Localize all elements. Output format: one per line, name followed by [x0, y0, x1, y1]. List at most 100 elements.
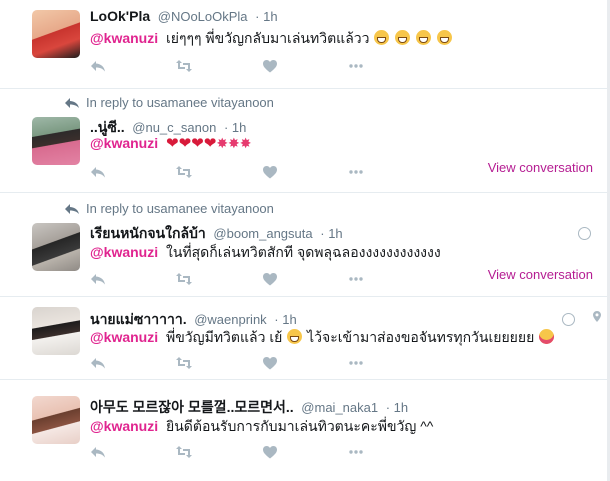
- grinning-face-icon: [437, 30, 453, 45]
- tweet-actions: [90, 58, 434, 74]
- reply-icon: [91, 167, 105, 178]
- user-handle[interactable]: @waenprink: [194, 312, 266, 327]
- reply-icon: [91, 358, 105, 369]
- like-button[interactable]: [262, 164, 348, 180]
- reply-context[interactable]: In reply to usamanee vitayanoon: [64, 201, 274, 216]
- avatar[interactable]: [32, 223, 80, 271]
- tweet-item[interactable]: นายแม่ซาาาาา. @waenprink · 1h @kwanuzi พ…: [0, 297, 607, 380]
- reply-context-label: In reply to usamanee vitayanoon: [86, 95, 274, 110]
- winking-face-tongue-icon: [539, 329, 555, 344]
- mention-link[interactable]: @kwanuzi: [90, 329, 158, 345]
- tweet-item[interactable]: In reply to usamanee vitayanoon เรียนหนั…: [0, 193, 607, 297]
- retweet-button[interactable]: [176, 58, 262, 74]
- mention-link[interactable]: @kwanuzi: [90, 30, 158, 46]
- display-name[interactable]: นายแม่ซาาาาา.: [90, 311, 187, 327]
- reply-button[interactable]: [90, 164, 176, 180]
- reply-arrow-icon: [65, 97, 79, 108]
- like-button[interactable]: [262, 58, 348, 74]
- tweet-body: ในที่สุดก็เล่นทวิตสักที จุดพลุฉลองงงงงงง…: [166, 244, 441, 260]
- tweet-actions: [90, 271, 434, 287]
- avatar[interactable]: [32, 396, 80, 444]
- more-icon: [349, 64, 363, 68]
- heart-icon: ❤: [203, 135, 217, 152]
- tweet-actions: [90, 444, 434, 460]
- tweet-header: LoOk'Pla @NOoLoOkPla · 1h: [90, 8, 278, 24]
- retweet-button[interactable]: [176, 271, 262, 287]
- like-icon: [263, 166, 277, 179]
- reply-button[interactable]: [90, 355, 176, 371]
- view-conversation-link[interactable]: View conversation: [488, 267, 593, 282]
- tweet-text: @kwanuzi ยินดีต้อนรับการกับมาเล่นทิวตนะค…: [90, 416, 433, 438]
- avatar[interactable]: [32, 117, 80, 165]
- retweet-button[interactable]: [176, 164, 262, 180]
- heart-icon: ❤: [178, 135, 192, 152]
- more-button[interactable]: [348, 164, 434, 180]
- display-name[interactable]: เรียนหนักจนใกล้บ้า: [90, 225, 206, 241]
- like-button[interactable]: [262, 271, 348, 287]
- tweet-body: เย่ๆๆๆ พี่ขวัญกลับมาเล่นทวิตแล้วว: [166, 30, 370, 46]
- tweet-item[interactable]: 아무도 모르잖아 모를껄..모르면서.. @mai_naka1 · 1h @kw…: [0, 380, 607, 481]
- timestamp[interactable]: · 1h: [320, 226, 342, 241]
- retweet-button[interactable]: [176, 355, 262, 371]
- like-button[interactable]: [262, 444, 348, 460]
- more-button[interactable]: [348, 271, 434, 287]
- like-icon: [263, 446, 277, 459]
- more-button[interactable]: [348, 355, 434, 371]
- avatar[interactable]: [32, 10, 80, 58]
- globe-icon: [562, 313, 575, 326]
- location-pin-icon: [593, 311, 601, 322]
- retweet-icon: [176, 357, 192, 369]
- tweet-header: 아무도 모르잖아 모를껄..모르면서.. @mai_naka1 · 1h: [90, 397, 408, 417]
- display-name[interactable]: 아무도 모르잖아 모를껄..모르면서..: [90, 399, 294, 415]
- tweet-item[interactable]: LoOk'Pla @NOoLoOkPla · 1h @kwanuzi เย่ๆๆ…: [0, 0, 607, 89]
- user-handle[interactable]: @mai_naka1: [301, 400, 378, 415]
- more-button[interactable]: [348, 58, 434, 74]
- mention-link[interactable]: @kwanuzi: [90, 418, 158, 434]
- tweet-body: ยินดีต้อนรับการกับมาเล่นทิวตนะคะพี่ขวัญ …: [166, 418, 434, 434]
- party-popper-icon: ✸: [228, 135, 240, 151]
- view-conversation-link[interactable]: View conversation: [488, 160, 593, 175]
- like-icon: [263, 60, 277, 73]
- tweet-body: พี่ขวัญมีทวิตแล้ว เย้: [166, 329, 283, 345]
- avatar[interactable]: [32, 307, 80, 355]
- user-handle[interactable]: @NOoLoOkPla: [158, 9, 248, 24]
- like-icon: [263, 273, 277, 286]
- party-popper-icon: ✸: [216, 135, 229, 151]
- reply-context[interactable]: In reply to usamanee vitayanoon: [64, 95, 274, 110]
- tweet-text: @kwanuzi พี่ขวัญมีทวิตแล้ว เย้ ไว้จะเข้า…: [90, 327, 555, 349]
- reply-button[interactable]: [90, 58, 176, 74]
- timestamp[interactable]: · 1h: [386, 400, 408, 415]
- like-button[interactable]: [262, 355, 348, 371]
- user-handle[interactable]: @boom_angsuta: [213, 226, 312, 241]
- display-name[interactable]: LoOk'Pla: [90, 8, 150, 24]
- mention-link[interactable]: @kwanuzi: [90, 135, 158, 151]
- reply-context-label: In reply to usamanee vitayanoon: [86, 201, 274, 216]
- heart-icon: ❤: [166, 135, 179, 152]
- retweet-button[interactable]: [176, 444, 262, 460]
- more-button[interactable]: [348, 444, 434, 460]
- tweet-text: @kwanuzi ❤❤❤❤✸✸✸: [90, 134, 252, 152]
- mention-link[interactable]: @kwanuzi: [90, 244, 158, 260]
- reply-button[interactable]: [90, 271, 176, 287]
- tweet-text: @kwanuzi เย่ๆๆๆ พี่ขวัญกลับมาเล่นทวิตแล้…: [90, 28, 453, 50]
- reply-button[interactable]: [90, 444, 176, 460]
- tweet-text: @kwanuzi ในที่สุดก็เล่นทวิตสักที จุดพลุฉ…: [90, 242, 441, 264]
- timestamp[interactable]: · 1h: [255, 9, 277, 24]
- tweet-item[interactable]: In reply to usamanee vitayanoon ..นู่ซี.…: [0, 89, 607, 193]
- retweet-icon: [176, 273, 192, 285]
- heart-icon: ❤: [191, 135, 204, 152]
- retweet-icon: [176, 446, 192, 458]
- reply-arrow-icon: [65, 203, 79, 214]
- user-handle[interactable]: @nu_c_sanon: [132, 120, 216, 135]
- reply-icon: [91, 447, 105, 458]
- tweet-actions: [90, 355, 434, 371]
- grinning-face-icon: [395, 30, 411, 45]
- timestamp[interactable]: · 1h: [274, 312, 296, 327]
- like-icon: [263, 357, 277, 370]
- reply-icon: [91, 274, 105, 285]
- timestamp[interactable]: · 1h: [224, 120, 246, 135]
- grinning-face-icon: [287, 329, 303, 344]
- display-name[interactable]: ..นู่ซี..: [90, 119, 125, 135]
- tweet-body-continued: ไว้จะเข้ามาส่องขอจันทรทุกวันเยยยยย: [307, 329, 535, 345]
- more-icon: [349, 277, 363, 281]
